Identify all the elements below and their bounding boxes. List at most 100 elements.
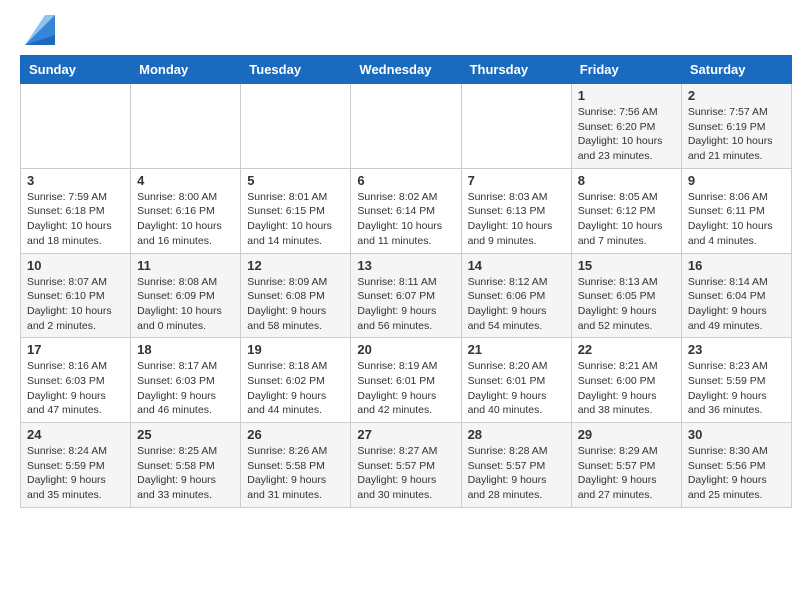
calendar-cell: 2 Sunrise: 7:57 AM Sunset: 6:19 PM Daylig… bbox=[681, 84, 791, 169]
calendar-cell: 14 Sunrise: 8:12 AM Sunset: 6:06 PM Dayli… bbox=[461, 253, 571, 338]
day-number: 22 bbox=[578, 342, 675, 357]
calendar-cell: 11Sunrise: 8:08 AM Sunset: 6:09 PM Dayli… bbox=[131, 253, 241, 338]
day-number: 9 bbox=[688, 173, 785, 188]
day-number: 3 bbox=[27, 173, 124, 188]
calendar-week-row: 24Sunrise: 8:24 AM Sunset: 5:59 PM Dayli… bbox=[21, 423, 792, 508]
calendar-cell: 16 Sunrise: 8:14 AM Sunset: 6:04 PM Dayli… bbox=[681, 253, 791, 338]
calendar-cell: 27 Sunrise: 8:27 AM Sunset: 5:57 PM Dayli… bbox=[351, 423, 461, 508]
calendar-cell: 24Sunrise: 8:24 AM Sunset: 5:59 PM Dayli… bbox=[21, 423, 131, 508]
day-number: 11 bbox=[137, 258, 234, 273]
calendar-header-row: SundayMondayTuesdayWednesdayThursdayFrid… bbox=[21, 56, 792, 84]
calendar-table: SundayMondayTuesdayWednesdayThursdayFrid… bbox=[20, 55, 792, 508]
day-number: 5 bbox=[247, 173, 344, 188]
calendar-cell: 3 Sunrise: 7:59 AM Sunset: 6:18 PM Daylig… bbox=[21, 168, 131, 253]
calendar-week-row: 1 Sunrise: 7:56 AM Sunset: 6:20 PM Daylig… bbox=[21, 84, 792, 169]
day-info: Sunrise: 8:07 AM Sunset: 6:10 PM Dayligh… bbox=[27, 275, 124, 334]
calendar-cell: 25Sunrise: 8:25 AM Sunset: 5:58 PM Dayli… bbox=[131, 423, 241, 508]
calendar-cell: 4 Sunrise: 8:00 AM Sunset: 6:16 PM Daylig… bbox=[131, 168, 241, 253]
day-number: 19 bbox=[247, 342, 344, 357]
calendar-cell bbox=[241, 84, 351, 169]
calendar-cell: 13 Sunrise: 8:11 AM Sunset: 6:07 PM Dayli… bbox=[351, 253, 461, 338]
page-header bbox=[0, 0, 792, 55]
day-number: 13 bbox=[357, 258, 454, 273]
day-info: Sunrise: 8:05 AM Sunset: 6:12 PM Dayligh… bbox=[578, 190, 675, 249]
day-info: Sunrise: 7:57 AM Sunset: 6:19 PM Dayligh… bbox=[688, 105, 785, 164]
day-info: Sunrise: 8:16 AM Sunset: 6:03 PM Dayligh… bbox=[27, 359, 124, 418]
calendar-header-saturday: Saturday bbox=[681, 56, 791, 84]
calendar-cell: 8 Sunrise: 8:05 AM Sunset: 6:12 PM Daylig… bbox=[571, 168, 681, 253]
day-number: 16 bbox=[688, 258, 785, 273]
calendar-cell: 29 Sunrise: 8:29 AM Sunset: 5:57 PM Dayli… bbox=[571, 423, 681, 508]
day-number: 26 bbox=[247, 427, 344, 442]
calendar-cell: 6 Sunrise: 8:02 AM Sunset: 6:14 PM Daylig… bbox=[351, 168, 461, 253]
calendar-week-row: 3 Sunrise: 7:59 AM Sunset: 6:18 PM Daylig… bbox=[21, 168, 792, 253]
day-info: Sunrise: 7:59 AM Sunset: 6:18 PM Dayligh… bbox=[27, 190, 124, 249]
day-number: 17 bbox=[27, 342, 124, 357]
calendar-cell: 22 Sunrise: 8:21 AM Sunset: 6:00 PM Dayli… bbox=[571, 338, 681, 423]
calendar-cell: 23 Sunrise: 8:23 AM Sunset: 5:59 PM Dayli… bbox=[681, 338, 791, 423]
day-number: 18 bbox=[137, 342, 234, 357]
day-info: Sunrise: 8:00 AM Sunset: 6:16 PM Dayligh… bbox=[137, 190, 234, 249]
day-number: 30 bbox=[688, 427, 785, 442]
day-info: Sunrise: 8:29 AM Sunset: 5:57 PM Dayligh… bbox=[578, 444, 675, 503]
day-number: 28 bbox=[468, 427, 565, 442]
day-info: Sunrise: 8:19 AM Sunset: 6:01 PM Dayligh… bbox=[357, 359, 454, 418]
calendar-header-sunday: Sunday bbox=[21, 56, 131, 84]
day-number: 4 bbox=[137, 173, 234, 188]
calendar-header-thursday: Thursday bbox=[461, 56, 571, 84]
calendar-cell bbox=[351, 84, 461, 169]
day-info: Sunrise: 8:11 AM Sunset: 6:07 PM Dayligh… bbox=[357, 275, 454, 334]
day-info: Sunrise: 8:28 AM Sunset: 5:57 PM Dayligh… bbox=[468, 444, 565, 503]
day-info: Sunrise: 8:26 AM Sunset: 5:58 PM Dayligh… bbox=[247, 444, 344, 503]
day-number: 15 bbox=[578, 258, 675, 273]
day-number: 14 bbox=[468, 258, 565, 273]
day-number: 10 bbox=[27, 258, 124, 273]
day-number: 20 bbox=[357, 342, 454, 357]
day-info: Sunrise: 7:56 AM Sunset: 6:20 PM Dayligh… bbox=[578, 105, 675, 164]
day-info: Sunrise: 8:09 AM Sunset: 6:08 PM Dayligh… bbox=[247, 275, 344, 334]
day-number: 2 bbox=[688, 88, 785, 103]
calendar-header-friday: Friday bbox=[571, 56, 681, 84]
day-info: Sunrise: 8:02 AM Sunset: 6:14 PM Dayligh… bbox=[357, 190, 454, 249]
calendar-cell: 9 Sunrise: 8:06 AM Sunset: 6:11 PM Daylig… bbox=[681, 168, 791, 253]
calendar-cell: 5Sunrise: 8:01 AM Sunset: 6:15 PM Daylig… bbox=[241, 168, 351, 253]
calendar-cell bbox=[21, 84, 131, 169]
calendar-cell: 12 Sunrise: 8:09 AM Sunset: 6:08 PM Dayli… bbox=[241, 253, 351, 338]
calendar-cell: 21Sunrise: 8:20 AM Sunset: 6:01 PM Dayli… bbox=[461, 338, 571, 423]
day-info: Sunrise: 8:12 AM Sunset: 6:06 PM Dayligh… bbox=[468, 275, 565, 334]
calendar-cell: 28 Sunrise: 8:28 AM Sunset: 5:57 PM Dayli… bbox=[461, 423, 571, 508]
day-info: Sunrise: 8:14 AM Sunset: 6:04 PM Dayligh… bbox=[688, 275, 785, 334]
calendar-cell: 19 Sunrise: 8:18 AM Sunset: 6:02 PM Dayli… bbox=[241, 338, 351, 423]
day-number: 6 bbox=[357, 173, 454, 188]
calendar-cell: 20 Sunrise: 8:19 AM Sunset: 6:01 PM Dayli… bbox=[351, 338, 461, 423]
day-number: 8 bbox=[578, 173, 675, 188]
logo bbox=[20, 15, 55, 45]
calendar-cell: 18 Sunrise: 8:17 AM Sunset: 6:03 PM Dayli… bbox=[131, 338, 241, 423]
day-info: Sunrise: 8:21 AM Sunset: 6:00 PM Dayligh… bbox=[578, 359, 675, 418]
calendar-header-tuesday: Tuesday bbox=[241, 56, 351, 84]
calendar-cell bbox=[461, 84, 571, 169]
calendar-header-monday: Monday bbox=[131, 56, 241, 84]
day-info: Sunrise: 8:30 AM Sunset: 5:56 PM Dayligh… bbox=[688, 444, 785, 503]
day-number: 29 bbox=[578, 427, 675, 442]
day-info: Sunrise: 8:18 AM Sunset: 6:02 PM Dayligh… bbox=[247, 359, 344, 418]
day-number: 12 bbox=[247, 258, 344, 273]
day-info: Sunrise: 8:23 AM Sunset: 5:59 PM Dayligh… bbox=[688, 359, 785, 418]
calendar-cell: 7Sunrise: 8:03 AM Sunset: 6:13 PM Daylig… bbox=[461, 168, 571, 253]
calendar-cell: 10 Sunrise: 8:07 AM Sunset: 6:10 PM Dayli… bbox=[21, 253, 131, 338]
day-number: 23 bbox=[688, 342, 785, 357]
day-info: Sunrise: 8:25 AM Sunset: 5:58 PM Dayligh… bbox=[137, 444, 234, 503]
day-info: Sunrise: 8:06 AM Sunset: 6:11 PM Dayligh… bbox=[688, 190, 785, 249]
day-number: 21 bbox=[468, 342, 565, 357]
day-info: Sunrise: 8:13 AM Sunset: 6:05 PM Dayligh… bbox=[578, 275, 675, 334]
day-number: 1 bbox=[578, 88, 675, 103]
day-info: Sunrise: 8:27 AM Sunset: 5:57 PM Dayligh… bbox=[357, 444, 454, 503]
calendar-cell bbox=[131, 84, 241, 169]
calendar-cell: 17 Sunrise: 8:16 AM Sunset: 6:03 PM Dayli… bbox=[21, 338, 131, 423]
day-info: Sunrise: 8:17 AM Sunset: 6:03 PM Dayligh… bbox=[137, 359, 234, 418]
calendar-cell: 30 Sunrise: 8:30 AM Sunset: 5:56 PM Dayli… bbox=[681, 423, 791, 508]
logo-icon bbox=[25, 15, 55, 45]
day-info: Sunrise: 8:03 AM Sunset: 6:13 PM Dayligh… bbox=[468, 190, 565, 249]
calendar-header-wednesday: Wednesday bbox=[351, 56, 461, 84]
day-number: 27 bbox=[357, 427, 454, 442]
